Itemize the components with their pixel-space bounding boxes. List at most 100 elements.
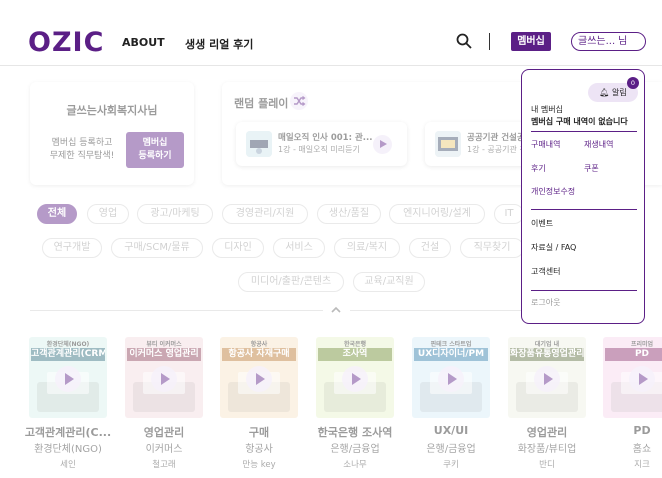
profile-card: 글쓰는사회복지사님 멤버십 등록하고 무제한 직무탐색! 멤버십 등록하기 xyxy=(30,82,194,185)
thumbnail-company-label: 핀테크 스타트업 xyxy=(430,341,472,348)
course-author: 소나무 xyxy=(343,460,367,470)
play-icon[interactable] xyxy=(534,366,560,392)
nav-about[interactable]: ABOUT xyxy=(122,36,165,49)
header-divider xyxy=(489,33,490,50)
profile-name: 글쓰는사회복지사님 xyxy=(66,104,158,117)
play-icon[interactable] xyxy=(342,366,368,392)
membership-prompt: 멤버십 등록하고 무제한 직무탐색! xyxy=(42,137,122,163)
membership-prompt-line2: 무제한 직무탐색! xyxy=(49,151,115,161)
course-industry: 홈쇼 xyxy=(632,444,652,455)
course-thumbnail[interactable]: 환경단체(NGO) 고객관계관리(CRM) xyxy=(29,337,107,418)
category-chip[interactable]: 구매/SCM/물류 xyxy=(111,238,203,258)
category-chip[interactable]: 생산/품질 xyxy=(317,204,381,224)
chevron-up-icon[interactable] xyxy=(331,305,341,315)
course-thumbnail[interactable]: 한국은행 조사역 xyxy=(316,337,394,418)
course-industry: 은행/금융업 xyxy=(426,444,476,455)
category-chip[interactable]: 연구개발 xyxy=(42,238,102,258)
register-line1: 멤버십 xyxy=(142,138,168,148)
course-thumbnail[interactable]: 대기업 내 화장품유통영업관리 xyxy=(508,337,586,418)
top-navigation-bar: OZIC ABOUT 생생 리얼 후기 멤버십 글쓰는... 님 xyxy=(0,0,662,66)
coupon-link[interactable]: 쿠폰 xyxy=(584,163,599,174)
register-membership-button[interactable]: 멤버십 등록하기 xyxy=(126,132,184,168)
course-industry: 이커머스 xyxy=(145,444,183,455)
category-chip[interactable]: 광고/마케팅 xyxy=(137,204,213,224)
reviews-link[interactable]: 후기 xyxy=(531,163,546,174)
course-title: 공공기관 건설공 xyxy=(467,133,525,143)
category-chip[interactable]: 디자인 xyxy=(212,238,264,258)
course-industry: 항공사 xyxy=(245,444,273,455)
thumbnail-job-title: 화장품유통영업관리 xyxy=(510,348,584,361)
user-suffix: 님 xyxy=(618,36,628,47)
course-author: 세인 xyxy=(60,460,76,470)
course-lecture: 1강 - 매일오직 미리듣기 xyxy=(278,145,360,154)
membership-status: 멤버십 구매 내역이 없습니다 xyxy=(531,117,628,126)
category-chip[interactable]: 경영관리/지원 xyxy=(222,204,308,224)
membership-prompt-line1: 멤버십 등록하고 xyxy=(51,138,113,148)
thumbnail-job-title: 이커머스 영업관리 xyxy=(127,348,201,361)
user-menu-button[interactable]: 글쓰는... 님 xyxy=(571,32,646,51)
category-chip[interactable]: 건설 xyxy=(409,238,451,258)
play-icon[interactable] xyxy=(629,366,655,392)
nav-reviews[interactable]: 생생 리얼 후기 xyxy=(185,36,253,52)
logout-link[interactable]: 로그아웃 xyxy=(531,297,560,308)
course-title: 구매 xyxy=(248,426,270,439)
course-title: 매일오직 인사 001: 관... xyxy=(278,133,373,143)
play-icon[interactable] xyxy=(438,366,464,392)
alert-count-badge: 0 xyxy=(627,77,639,89)
course-author: 지크 xyxy=(634,460,650,470)
faq-link[interactable]: 자료실 / FAQ xyxy=(531,242,576,253)
play-icon[interactable] xyxy=(246,366,272,392)
category-chip[interactable]: IT xyxy=(494,204,524,224)
course-thumbnail[interactable]: 프리미엄 PD xyxy=(603,337,662,418)
shuffle-icon[interactable] xyxy=(290,92,308,110)
course-title: 한국은행 조사역 xyxy=(317,426,393,439)
random-course-card[interactable]: 매일오직 인사 001: 관... 1강 - 매일오직 미리듣기 xyxy=(236,122,407,166)
thumbnail-job-title: UX디자이너/PM xyxy=(414,348,488,361)
thumbnail-job-title: PD xyxy=(605,348,662,361)
course-thumbnail[interactable]: 핀테크 스타트업 UX디자이너/PM xyxy=(412,337,490,418)
thumbnail-company-label: 항공사 xyxy=(250,341,268,348)
ozic-logo[interactable]: OZIC xyxy=(28,28,104,58)
course-title: 고객관계관리(C... xyxy=(24,426,112,439)
category-chip[interactable]: 의료/복지 xyxy=(334,238,400,258)
course-thumbnail[interactable]: 항공사 항공사 자재구매 xyxy=(220,337,298,418)
category-chip[interactable]: 직무찾기 xyxy=(460,238,524,258)
play-history-link[interactable]: 재생내역 xyxy=(584,139,613,150)
dropdown-divider xyxy=(531,290,637,291)
category-chip-all[interactable]: 전체 xyxy=(37,204,77,224)
thumbnail-job-title: 고객관계관리(CRM) xyxy=(31,348,105,361)
thumbnail-company-label: 환경단체(NGO) xyxy=(46,341,90,348)
course-author: 쿠키 xyxy=(443,460,459,470)
course-title: PD xyxy=(633,424,651,437)
divider-left xyxy=(30,310,323,311)
play-icon[interactable] xyxy=(55,366,81,392)
membership-button[interactable]: 멤버십 xyxy=(511,32,551,51)
purchase-history-link[interactable]: 구매내역 xyxy=(531,139,560,150)
user-name: 글쓰는... xyxy=(578,36,616,47)
course-author: 철고래 xyxy=(152,460,176,470)
category-chip[interactable]: 교육/교직원 xyxy=(353,272,425,292)
events-link[interactable]: 이벤트 xyxy=(531,218,553,229)
play-icon[interactable] xyxy=(151,366,177,392)
edit-profile-link[interactable]: 개인정보수정 xyxy=(531,186,575,197)
category-chip[interactable]: 영업 xyxy=(87,204,129,224)
thumbnail-company-label: 대기업 내 xyxy=(534,341,560,348)
customer-center-link[interactable]: 고객센터 xyxy=(531,266,560,277)
my-membership-label: 내 멤버십 xyxy=(531,105,563,114)
random-play-title: 랜덤 플레이 xyxy=(234,97,289,110)
course-title: UX/UI xyxy=(433,424,469,437)
dropdown-divider xyxy=(531,209,637,210)
thumbnail-company-label: 프리미엄 xyxy=(630,341,654,348)
course-thumbnail[interactable]: 뷰티 이커머스 이커머스 영업관리 xyxy=(125,337,203,418)
thumbnail-company-label: 한국은행 xyxy=(343,341,367,348)
thumbnail-job-title: 조사역 xyxy=(318,348,392,361)
search-icon[interactable] xyxy=(456,33,472,49)
register-line2: 등록하기 xyxy=(138,151,172,161)
course-thumbnail xyxy=(246,131,272,157)
course-industry: 환경단체(NGO) xyxy=(34,444,102,455)
play-icon[interactable] xyxy=(373,135,392,154)
category-chip[interactable]: 서비스 xyxy=(273,238,325,258)
category-chip[interactable]: 엔지니어링/설계 xyxy=(389,204,485,224)
course-industry: 은행/금융업 xyxy=(330,444,380,455)
category-chip[interactable]: 미디어/출판/콘텐츠 xyxy=(238,272,344,292)
